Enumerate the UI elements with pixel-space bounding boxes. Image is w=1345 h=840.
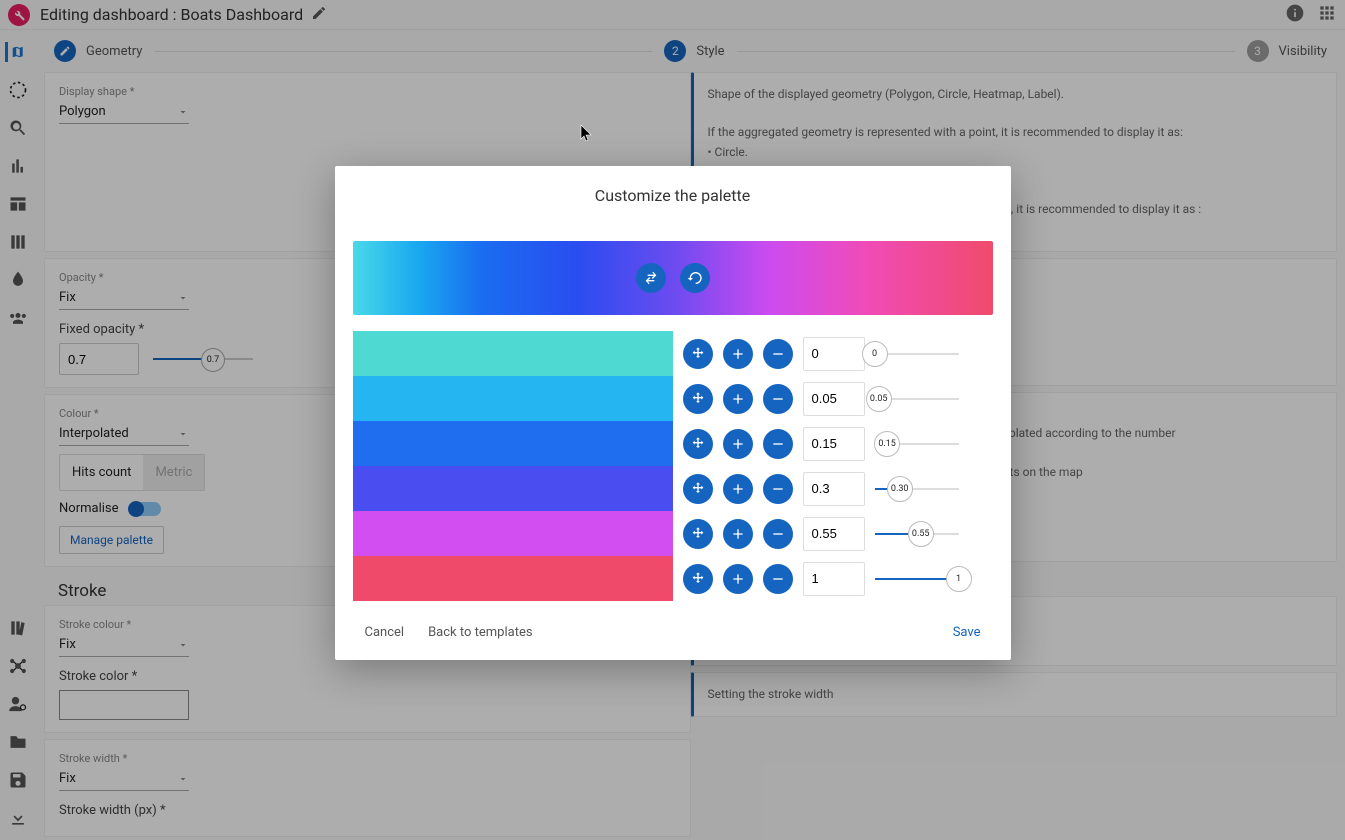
move-stop-button[interactable]: [683, 474, 713, 504]
add-stop-button[interactable]: [723, 429, 753, 459]
palette-swatch[interactable]: [353, 556, 673, 601]
stop-value-input[interactable]: [803, 472, 865, 506]
move-stop-button[interactable]: [683, 384, 713, 414]
add-stop-button[interactable]: [723, 384, 753, 414]
palette-row: 0.55: [353, 511, 993, 556]
palette-row: 0.15: [353, 421, 993, 466]
back-templates-button[interactable]: Back to templates: [416, 619, 545, 646]
move-stop-button[interactable]: [683, 339, 713, 369]
stop-value-input[interactable]: [803, 382, 865, 416]
stop-slider[interactable]: 0.30: [875, 488, 959, 490]
palette-swatch[interactable]: [353, 511, 673, 556]
add-stop-button[interactable]: [723, 519, 753, 549]
stop-value-input[interactable]: [803, 562, 865, 596]
remove-stop-button[interactable]: [763, 339, 793, 369]
modal-title: Customize the palette: [353, 186, 993, 205]
palette-row: 0: [353, 331, 993, 376]
stop-slider[interactable]: 0.55: [875, 533, 959, 535]
stop-slider[interactable]: 0.05: [875, 398, 959, 400]
move-stop-button[interactable]: [683, 429, 713, 459]
palette-swatch[interactable]: [353, 466, 673, 511]
remove-stop-button[interactable]: [763, 429, 793, 459]
palette-swatch[interactable]: [353, 376, 673, 421]
palette-modal: Customize the palette 0 0.05 0.1: [335, 166, 1011, 660]
reset-palette-button[interactable]: [680, 263, 710, 293]
modal-overlay[interactable]: Customize the palette 0 0.05 0.1: [0, 0, 1345, 840]
palette-row: 0.30: [353, 466, 993, 511]
stop-value-input[interactable]: [803, 517, 865, 551]
save-button[interactable]: Save: [941, 619, 993, 646]
palette-row: 0.05: [353, 376, 993, 421]
reverse-palette-button[interactable]: [636, 263, 666, 293]
remove-stop-button[interactable]: [763, 564, 793, 594]
remove-stop-button[interactable]: [763, 474, 793, 504]
stop-slider[interactable]: 0.15: [875, 443, 959, 445]
gradient-preview: [353, 241, 993, 315]
stop-value-input[interactable]: [803, 427, 865, 461]
palette-row: 1: [353, 556, 993, 601]
stop-value-input[interactable]: [803, 337, 865, 371]
palette-swatch[interactable]: [353, 331, 673, 376]
remove-stop-button[interactable]: [763, 384, 793, 414]
add-stop-button[interactable]: [723, 564, 753, 594]
stop-slider[interactable]: 0: [875, 353, 959, 355]
add-stop-button[interactable]: [723, 339, 753, 369]
cancel-button[interactable]: Cancel: [353, 619, 417, 646]
add-stop-button[interactable]: [723, 474, 753, 504]
stop-slider[interactable]: 1: [875, 578, 959, 580]
move-stop-button[interactable]: [683, 519, 713, 549]
move-stop-button[interactable]: [683, 564, 713, 594]
remove-stop-button[interactable]: [763, 519, 793, 549]
palette-swatch[interactable]: [353, 421, 673, 466]
